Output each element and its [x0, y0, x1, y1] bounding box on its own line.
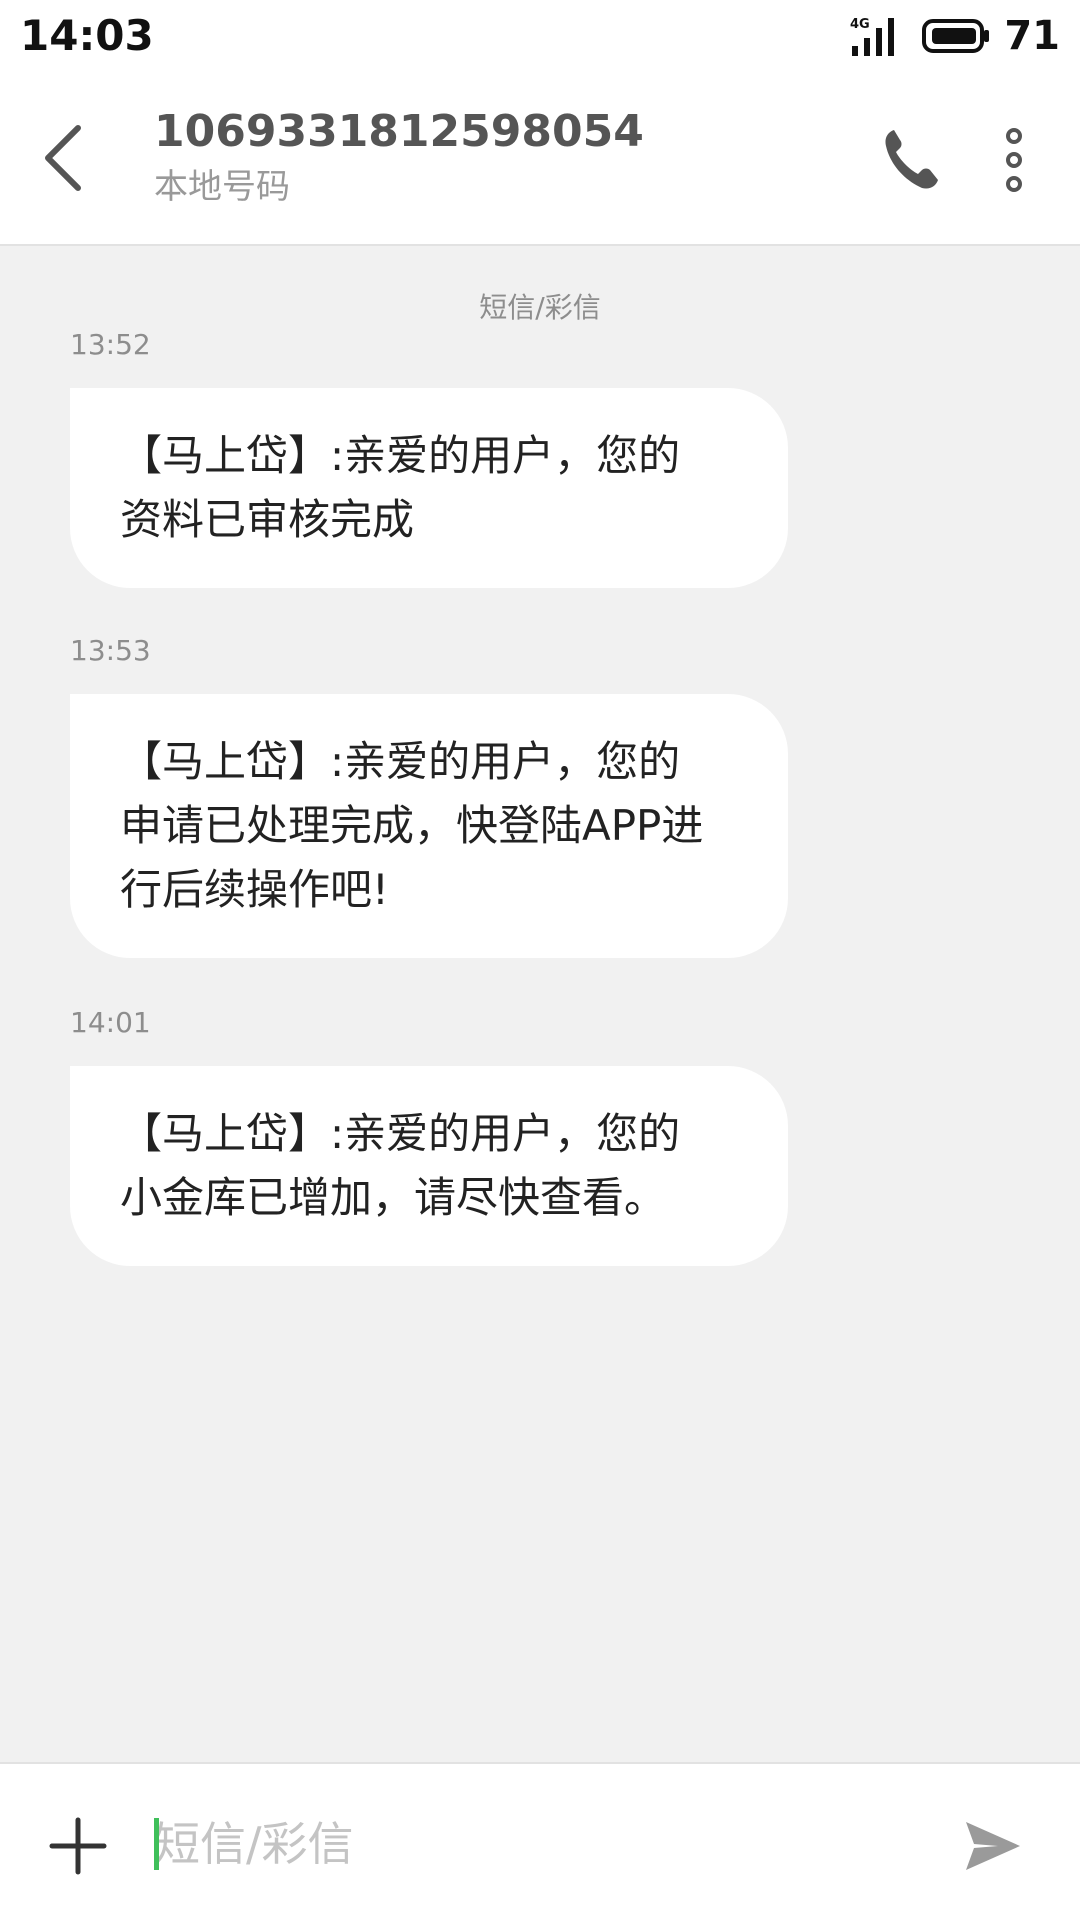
compose-bar [0, 1762, 1080, 1922]
network-type-label: 4G [850, 17, 870, 32]
send-icon[interactable] [964, 1818, 1022, 1874]
status-icons: 4G 71 [848, 8, 1060, 64]
phone-icon[interactable] [880, 122, 944, 194]
battery-icon [922, 19, 990, 53]
signal-4g-icon: 4G [850, 17, 895, 56]
status-time: 14:03 [20, 11, 154, 60]
status-bar: 14:03 4G 71 [0, 0, 1080, 72]
message-bubble[interactable]: 【马上岱】:亲爱的用户，您的申请已处理完成，快登陆APP进行后续操作吧! [70, 694, 788, 958]
message-list[interactable]: 短信/彩信 13:52 【马上岱】:亲爱的用户，您的资料已审核完成 13:53 … [0, 246, 1080, 1762]
message-timestamp: 14:01 [70, 1006, 151, 1039]
message-input[interactable] [154, 1804, 934, 1884]
channel-label: 短信/彩信 [479, 291, 601, 324]
back-icon[interactable] [34, 118, 94, 198]
battery-level: 71 [1004, 13, 1060, 59]
contact-number: 1069331812598054 [154, 106, 644, 157]
message-timestamp: 13:52 [70, 328, 151, 361]
more-vertical-icon[interactable] [994, 124, 1034, 196]
contact-subtitle: 本地号码 [154, 167, 290, 207]
plus-icon[interactable] [48, 1816, 108, 1876]
conversation-header: 1069331812598054 本地号码 [0, 72, 1080, 246]
message-bubble[interactable]: 【马上岱】:亲爱的用户，您的资料已审核完成 [70, 388, 788, 588]
message-timestamp: 13:53 [70, 634, 151, 667]
text-cursor [154, 1818, 159, 1870]
message-bubble[interactable]: 【马上岱】:亲爱的用户，您的小金库已增加，请尽快查看。 [70, 1066, 788, 1266]
